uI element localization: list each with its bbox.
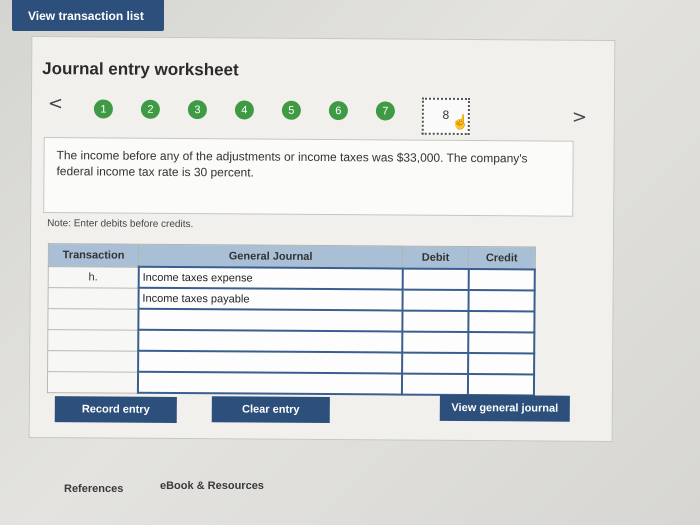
ebook-resources-link[interactable]: eBook & Resources (160, 480, 264, 492)
note-text: Note: Enter debits before credits. (47, 218, 194, 231)
credit-input[interactable] (467, 374, 535, 396)
account-input[interactable]: Income taxes payable (138, 287, 403, 311)
account-input[interactable] (137, 371, 402, 395)
transaction-cell (47, 371, 138, 393)
credit-input[interactable] (467, 353, 535, 375)
journal-table: Transaction General Journal Debit Credit… (46, 243, 536, 397)
transaction-cell (47, 350, 139, 372)
debit-input[interactable] (401, 352, 468, 375)
step-7-button[interactable]: 7 (375, 101, 395, 121)
credit-header: Credit (468, 246, 535, 270)
clear-entry-button[interactable]: Clear entry (211, 396, 330, 424)
record-entry-button[interactable]: Record entry (54, 396, 177, 423)
general-journal-header: General Journal (138, 244, 403, 269)
problem-description: The income before any of the adjustments… (43, 137, 574, 217)
hand-cursor-icon: ☝ (451, 113, 470, 131)
references-link[interactable]: References (64, 483, 123, 495)
debit-input[interactable] (401, 373, 468, 396)
debit-input[interactable] (402, 268, 469, 291)
step-4-button[interactable]: 4 (234, 100, 254, 120)
step-1-button[interactable]: 1 (93, 99, 113, 119)
account-input[interactable] (138, 308, 403, 332)
transaction-cell: h. (48, 266, 139, 288)
step-3-button[interactable]: 3 (187, 100, 207, 120)
view-transaction-list-button[interactable]: View transaction list (12, 0, 164, 31)
debit-input[interactable] (402, 289, 469, 312)
credit-input[interactable] (468, 269, 535, 291)
step-2-button[interactable]: 2 (140, 99, 160, 119)
previous-arrow-icon[interactable]: < (48, 93, 63, 114)
transaction-cell (48, 287, 139, 309)
view-general-journal-button[interactable]: View general journal (439, 394, 570, 422)
credit-input[interactable] (468, 311, 535, 333)
table-row (47, 371, 535, 396)
next-arrow-icon[interactable]: > (572, 107, 587, 128)
worksheet-title: Journal entry worksheet (42, 59, 239, 80)
debit-header: Debit (402, 246, 469, 270)
step-5-button[interactable]: 5 (281, 100, 301, 120)
credit-input[interactable] (468, 290, 535, 312)
transaction-cell (47, 329, 139, 351)
transaction-cell (47, 308, 139, 330)
transaction-header: Transaction (48, 243, 139, 267)
debit-input[interactable] (401, 310, 469, 333)
journal-entry-worksheet-panel: Journal entry worksheet < 1 2 3 4 5 6 7 … (28, 35, 616, 443)
step-6-button[interactable]: 6 (328, 101, 348, 121)
account-input[interactable]: Income taxes expense (138, 266, 403, 290)
debit-input[interactable] (401, 331, 469, 354)
account-input[interactable] (137, 350, 402, 374)
account-input[interactable] (138, 329, 402, 353)
credit-input[interactable] (467, 332, 535, 354)
